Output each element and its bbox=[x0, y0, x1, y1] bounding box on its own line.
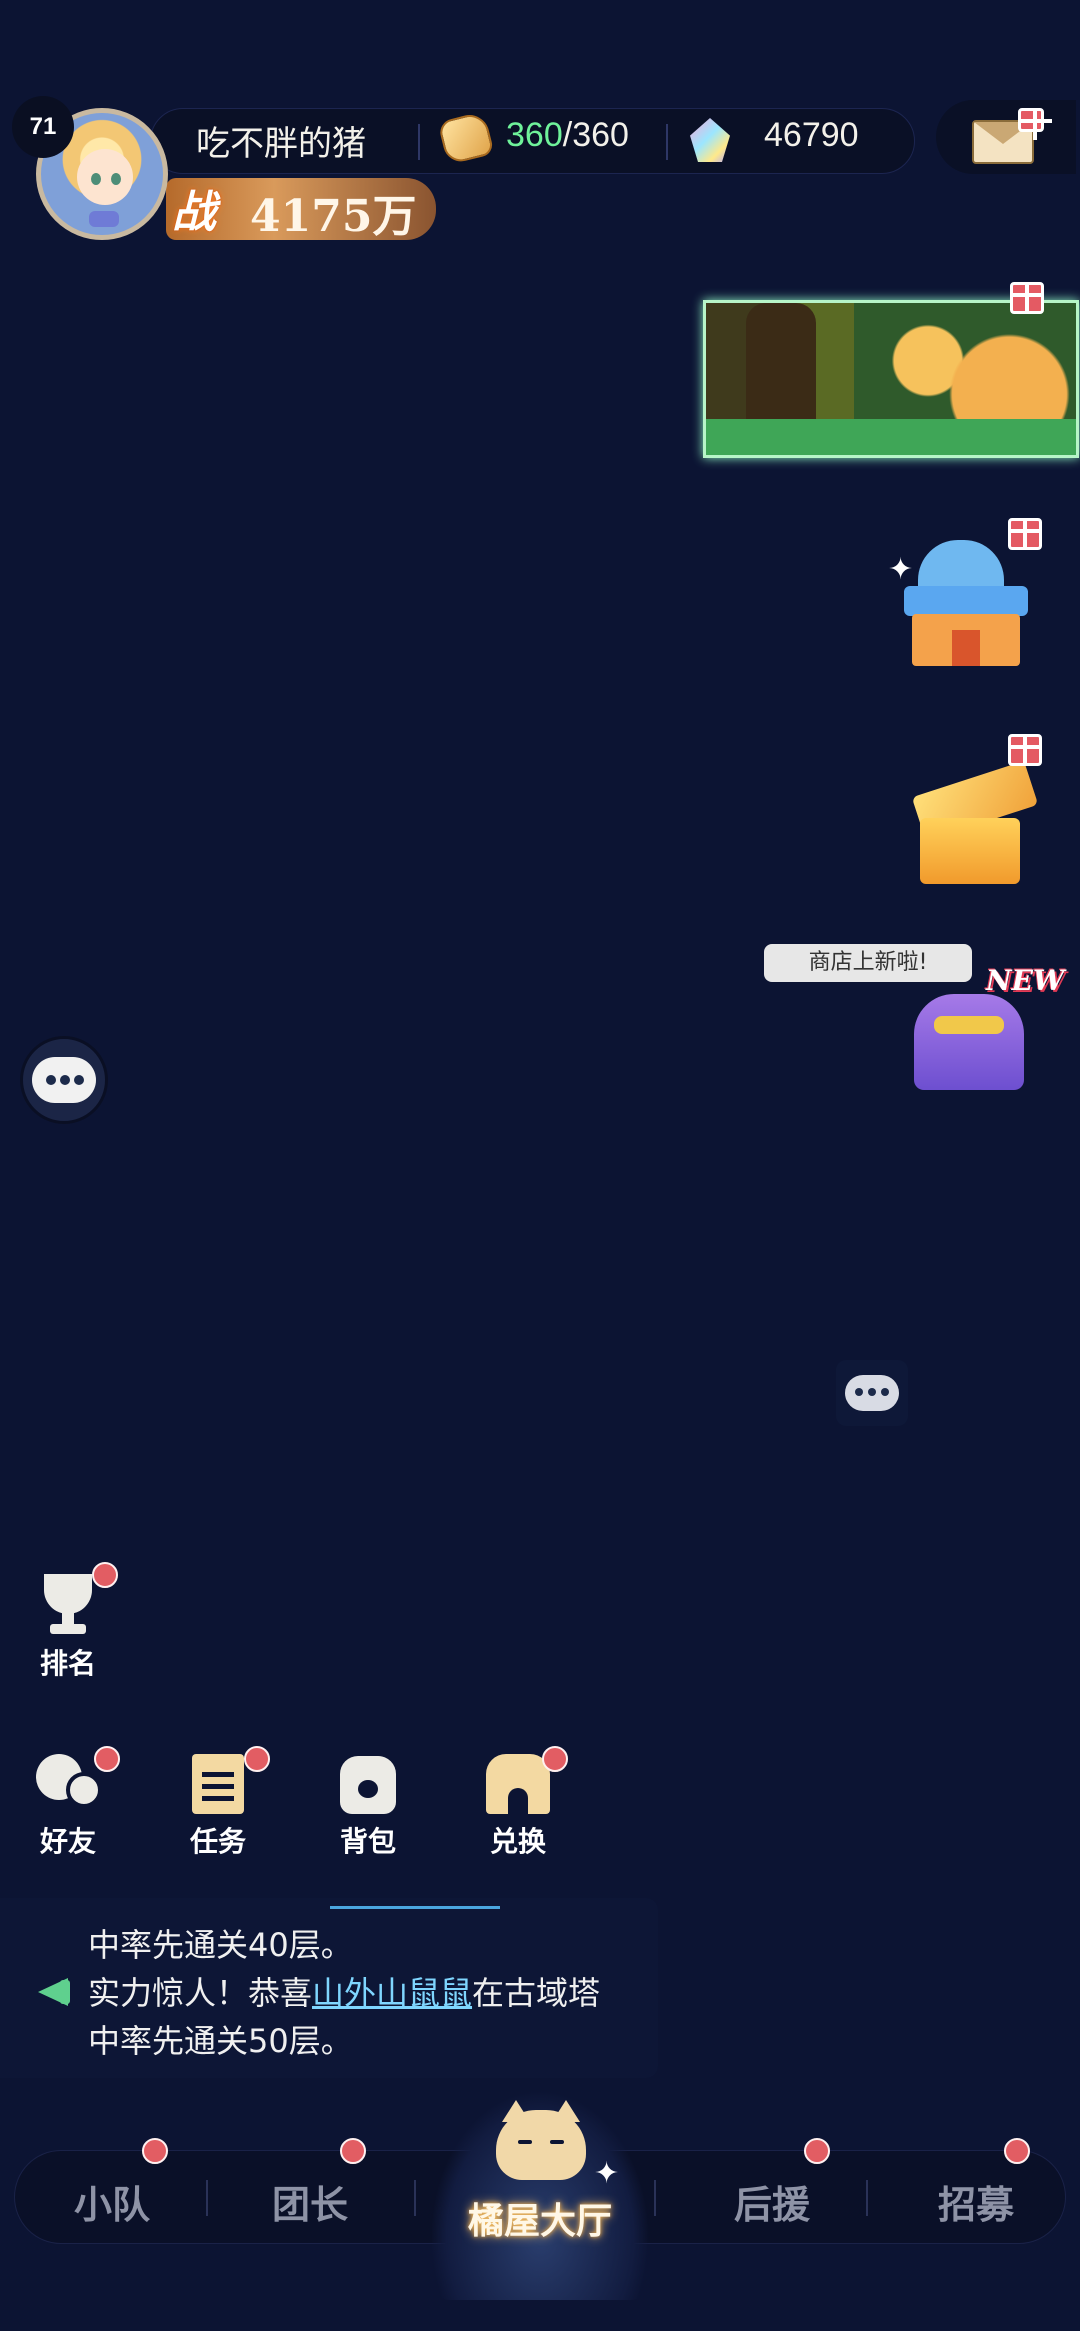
shop-gift-icon bbox=[1008, 518, 1042, 550]
combat-power-value: 4175万 bbox=[250, 191, 417, 242]
nav-divider bbox=[654, 2180, 656, 2216]
gem-counter[interactable]: 46790 bbox=[764, 116, 859, 155]
notification-dot bbox=[244, 1746, 270, 1772]
cat-hall-icon bbox=[488, 2100, 594, 2190]
news-tab-indicator bbox=[330, 1906, 500, 1909]
news-feed[interactable]: 中率先通关40层。 实力惊人！恭喜山外山鼠鼠在古域塔 中率先通关50层。 bbox=[0, 1898, 658, 2078]
divider bbox=[666, 124, 668, 160]
tab-hall[interactable]: 橘屋大厅 bbox=[450, 2192, 630, 2244]
exchange-button[interactable]: 兑换 bbox=[468, 1746, 568, 1860]
notification-dot bbox=[142, 2138, 168, 2164]
shop-house-button[interactable] bbox=[896, 540, 1036, 670]
mail-gift-icon bbox=[1018, 108, 1052, 140]
tab-recruit[interactable]: 招募 bbox=[906, 2174, 1046, 2229]
bag-button[interactable]: 背包 bbox=[318, 1748, 418, 1860]
ranking-button[interactable]: 排名 bbox=[18, 1562, 118, 1682]
new-badge: NEW bbox=[986, 964, 1065, 997]
notification-dot bbox=[1004, 2138, 1030, 2164]
tab-team[interactable]: 小队 bbox=[42, 2174, 182, 2229]
news-line: 中率先通关40层。 bbox=[88, 1926, 353, 1964]
tasks-button[interactable]: 任务 bbox=[168, 1746, 270, 1860]
notification-dot bbox=[94, 1746, 120, 1772]
ranking-label: 排名 bbox=[39, 1647, 96, 1680]
notification-dot bbox=[92, 1562, 118, 1588]
tab-leader[interactable]: 团长 bbox=[240, 2174, 380, 2229]
chat-bubble-icon bbox=[845, 1375, 899, 1411]
trophy-icon bbox=[30, 1562, 118, 1640]
notification-dot bbox=[340, 2138, 366, 2164]
backpack-icon bbox=[330, 1748, 406, 1818]
sparkle-icon: ✦ bbox=[888, 552, 914, 587]
chat-mini-button[interactable] bbox=[836, 1360, 908, 1426]
player-nickname: 吃不胖的猪 bbox=[196, 124, 366, 164]
news-text: 实力惊人！恭喜 bbox=[88, 1974, 313, 2012]
news-line: 中率先通关50层。 bbox=[88, 2022, 353, 2060]
notification-dot bbox=[804, 2138, 830, 2164]
friends-button[interactable]: 好友 bbox=[18, 1746, 120, 1860]
event-gift-icon bbox=[1010, 282, 1044, 314]
nav-divider bbox=[414, 2180, 416, 2216]
event-banner[interactable] bbox=[703, 300, 1079, 458]
sparkle-icon: ✦ bbox=[594, 2156, 620, 2191]
stamina-separator: / bbox=[562, 116, 573, 154]
bag-label: 背包 bbox=[339, 1825, 396, 1858]
chat-icon bbox=[32, 1057, 96, 1103]
divider bbox=[418, 124, 420, 160]
news-text: 在古域塔 bbox=[472, 1974, 601, 2012]
friends-icon bbox=[30, 1746, 120, 1818]
stamina-counter[interactable]: 360/360 bbox=[506, 116, 629, 155]
chest-gift-icon bbox=[1008, 734, 1042, 766]
player-level-badge: 71 bbox=[12, 96, 74, 158]
stamina-max: 360 bbox=[572, 116, 629, 154]
tasks-label: 任务 bbox=[189, 1825, 246, 1858]
nav-divider bbox=[866, 2180, 868, 2216]
treasure-chest-button[interactable] bbox=[910, 760, 1040, 886]
nav-divider bbox=[206, 2180, 208, 2216]
stamina-current: 360 bbox=[506, 116, 563, 154]
news-line: 实力惊人！恭喜山外山鼠鼠在古域塔 bbox=[88, 1968, 600, 2014]
news-player-link[interactable]: 山外山鼠鼠 bbox=[312, 1974, 472, 2012]
tab-support[interactable]: 后援 bbox=[702, 2174, 842, 2229]
shop-new-bubble: 商店上新啦! bbox=[764, 944, 972, 982]
exchange-shop-icon bbox=[480, 1746, 568, 1818]
megaphone-icon bbox=[30, 1974, 76, 2010]
friends-label: 好友 bbox=[39, 1825, 96, 1858]
notification-dot bbox=[542, 1746, 568, 1772]
clipboard-icon bbox=[180, 1746, 270, 1818]
combat-power-label: 战 bbox=[172, 187, 216, 238]
exchange-label: 兑换 bbox=[489, 1825, 546, 1858]
chat-button[interactable] bbox=[20, 1036, 108, 1124]
